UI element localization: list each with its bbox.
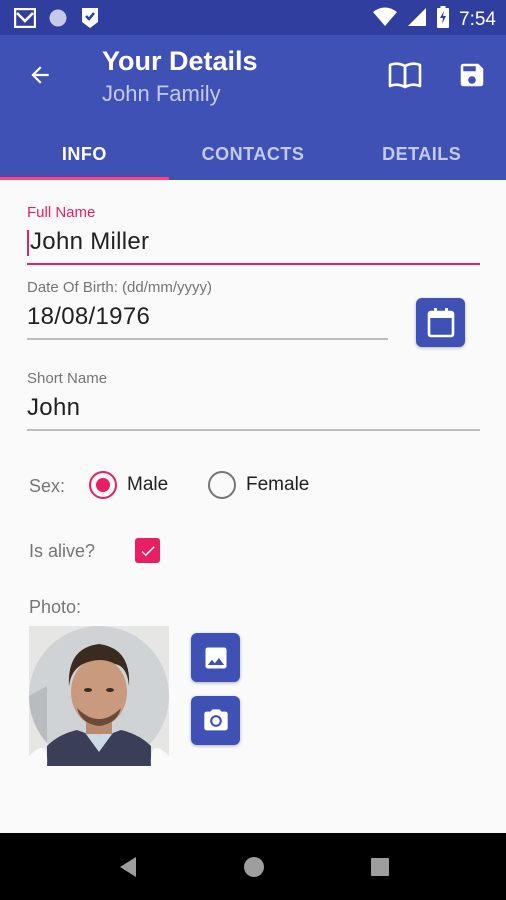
back-button[interactable] [20,55,60,95]
radio-male-circle [89,471,117,499]
info-form: Full Name John Miller Date Of Birth: (dd… [0,180,506,833]
triangle-back-icon [120,857,136,877]
wifi-icon [373,7,398,32]
camera-icon [203,708,228,730]
page-title: Your Details [102,46,258,76]
save-icon [460,63,484,87]
mail-icon [13,7,37,33]
nav-recents-button[interactable] [366,853,394,881]
radio-male-label: Male [127,474,169,495]
pick-image-button[interactable] [191,633,240,682]
dob-label: Date Of Birth: (dd/mm/yyyy) [27,279,213,296]
title-block: Your Details John Family [102,45,258,109]
arrow-back-icon [31,66,49,84]
tab-info[interactable]: INFO [0,128,169,180]
radio-female-label: Female [246,474,310,495]
radio-male[interactable]: Male [89,471,168,499]
tab-bar: INFO CONTACTS DETAILS [0,128,506,180]
dob-field: Date Of Birth: (dd/mm/yyyy) 18/08/1976 [27,279,388,340]
sex-label: Sex: [29,476,66,496]
book-icon [388,62,422,89]
dob-input[interactable]: 18/08/1976 [27,302,388,332]
save-button[interactable] [452,55,492,95]
short-name-label: Short Name [27,370,108,387]
download-badge-icon [80,7,100,34]
page-subtitle: John Family [102,81,221,106]
book-button[interactable] [385,55,425,95]
battery-charging-icon [437,6,450,33]
photo-label: Photo: [29,597,82,617]
short-name-field: Short Name John [27,370,480,431]
take-photo-button[interactable] [191,696,240,745]
image-icon [205,647,226,668]
is-alive-label: Is alive? [29,541,96,561]
date-picker-button[interactable] [416,298,465,347]
profile-photo [29,626,169,766]
tab-details[interactable]: DETAILS [337,128,506,180]
app-bar: Your Details John Family INFO CONTACTS D… [0,35,506,180]
full-name-underline [27,263,480,265]
is-alive-checkbox[interactable] [135,538,160,563]
radio-female-circle [208,471,236,499]
radio-selected-dot [96,478,110,492]
radio-female[interactable]: Female [208,471,309,499]
circle-icon [48,8,68,33]
status-time: 7:54 [459,8,496,30]
dob-underline [27,338,388,340]
tab-contacts[interactable]: CONTACTS [169,128,338,180]
full-name-value: John Miller [30,228,150,255]
full-name-field: Full Name John Miller [27,204,480,265]
text-cursor [27,229,29,256]
calendar-icon [427,307,454,337]
full-name-input[interactable]: John Miller [27,227,480,257]
square-recents-icon [371,858,389,876]
status-bar: 7:54 [0,0,506,35]
nav-home-button[interactable] [240,853,268,881]
system-nav-bar [0,833,506,900]
signal-icon [407,7,427,32]
short-name-underline [27,429,480,431]
circle-home-icon [244,857,264,877]
short-name-input[interactable]: John [27,393,480,423]
full-name-label: Full Name [27,204,96,221]
check-icon [141,545,155,556]
nav-back-button[interactable] [114,853,142,881]
